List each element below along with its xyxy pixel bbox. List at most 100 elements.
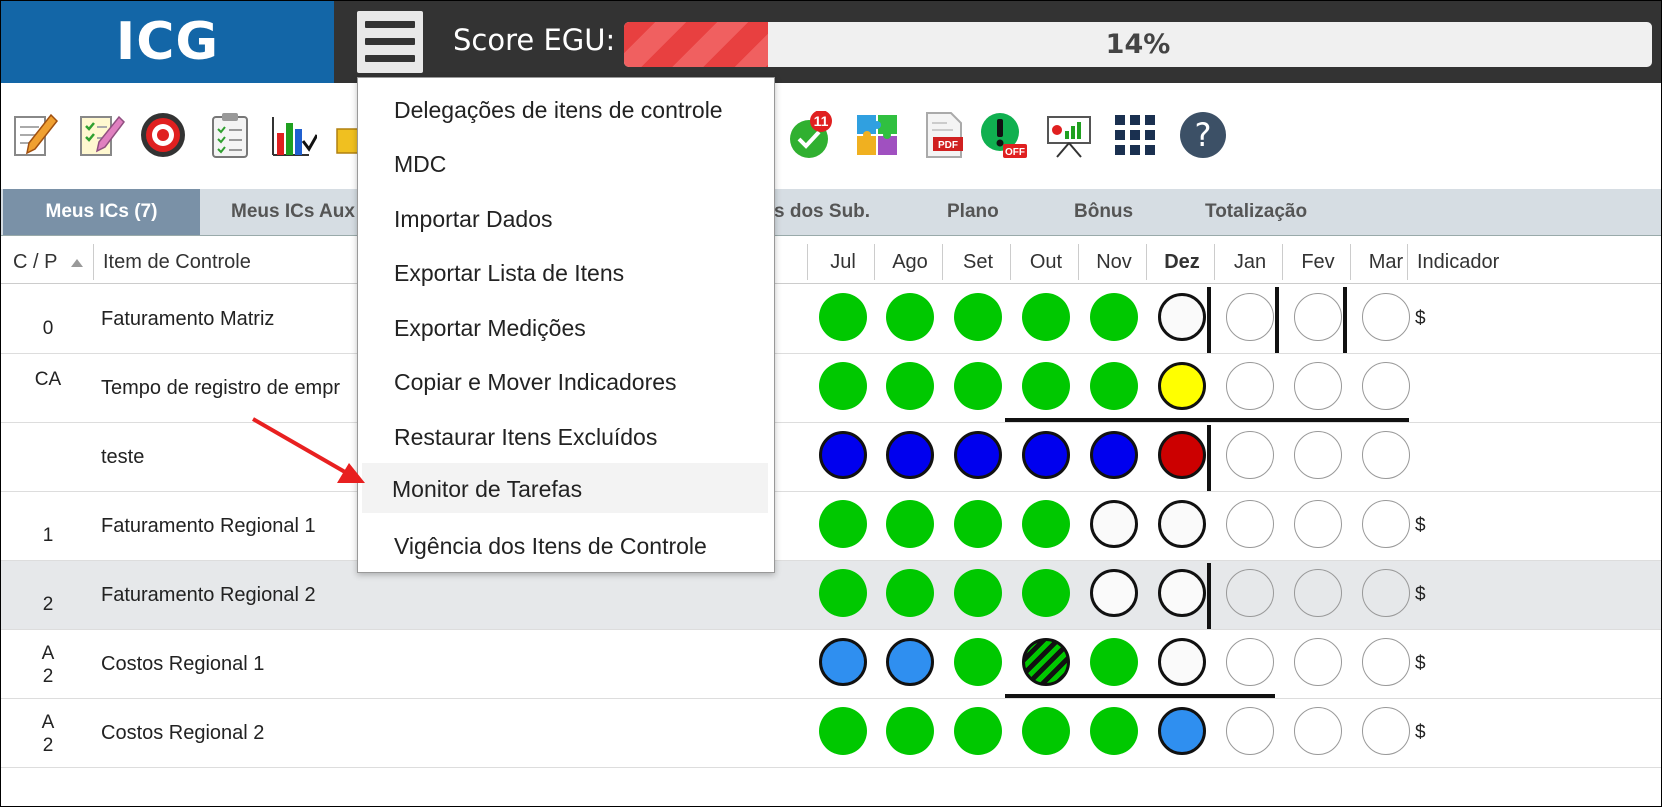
- presentation-chart-icon[interactable]: [1045, 111, 1093, 159]
- status-circle[interactable]: [1362, 431, 1410, 479]
- status-circle[interactable]: [819, 293, 867, 341]
- menu-item-monitor-tarefas[interactable]: Monitor de Tarefas: [392, 469, 582, 509]
- tab-bonus[interactable]: Bônus: [1074, 189, 1133, 235]
- tab-subordinados[interactable]: s dos Sub.: [774, 189, 870, 235]
- status-circle[interactable]: [954, 362, 1002, 410]
- month-header[interactable]: Dez: [1148, 241, 1216, 283]
- status-circle[interactable]: [1226, 293, 1274, 341]
- status-circle[interactable]: [1362, 569, 1410, 617]
- status-circle[interactable]: [1226, 431, 1274, 479]
- menu-item-vigencia[interactable]: Vigência dos Itens de Controle: [394, 526, 707, 566]
- tab-meus-ics-aux[interactable]: Meus ICs Aux: [231, 189, 355, 235]
- status-circle[interactable]: [1294, 638, 1342, 686]
- status-circle[interactable]: [886, 707, 934, 755]
- status-circle[interactable]: [1158, 707, 1206, 755]
- month-header[interactable]: Ago: [876, 241, 944, 283]
- status-circle[interactable]: [886, 431, 934, 479]
- help-icon[interactable]: ?: [1179, 111, 1227, 159]
- status-circle[interactable]: [1158, 500, 1206, 548]
- status-circle[interactable]: [886, 638, 934, 686]
- target-icon[interactable]: [139, 111, 187, 159]
- status-circle[interactable]: [954, 293, 1002, 341]
- status-circle[interactable]: [1022, 638, 1070, 686]
- status-circle[interactable]: [1158, 569, 1206, 617]
- status-circle[interactable]: [1022, 569, 1070, 617]
- table-row[interactable]: 1 Faturamento Regional 1 $: [1, 492, 1661, 561]
- status-circle[interactable]: [819, 638, 867, 686]
- status-circle[interactable]: [886, 500, 934, 548]
- status-circle[interactable]: [1226, 569, 1274, 617]
- status-circle[interactable]: [954, 638, 1002, 686]
- month-header[interactable]: Nov: [1080, 241, 1148, 283]
- status-circle[interactable]: [886, 362, 934, 410]
- status-circle[interactable]: [819, 431, 867, 479]
- status-circle[interactable]: [1294, 293, 1342, 341]
- month-header[interactable]: Jan: [1216, 241, 1284, 283]
- status-circle[interactable]: [1362, 293, 1410, 341]
- table-row[interactable]: A 2 Costos Regional 2 $: [1, 699, 1661, 768]
- row-item-name[interactable]: Faturamento Matriz: [101, 285, 274, 353]
- row-item-name[interactable]: teste: [101, 423, 144, 491]
- status-circle[interactable]: [1294, 431, 1342, 479]
- tasks-check-icon[interactable]: 11: [787, 111, 835, 159]
- table-row[interactable]: 0 Faturamento Matriz $: [1, 285, 1661, 354]
- menu-item-importar-dados[interactable]: Importar Dados: [394, 199, 553, 239]
- status-circle[interactable]: [1158, 362, 1206, 410]
- menu-item-mdc[interactable]: MDC: [394, 144, 446, 184]
- status-circle[interactable]: [819, 362, 867, 410]
- app-logo[interactable]: ICG: [1, 1, 334, 83]
- tab-plano[interactable]: Plano: [947, 189, 999, 235]
- status-circle[interactable]: [819, 707, 867, 755]
- status-circle[interactable]: [819, 500, 867, 548]
- status-circle[interactable]: [1226, 500, 1274, 548]
- status-circle[interactable]: [954, 500, 1002, 548]
- menu-item-exportar-lista[interactable]: Exportar Lista de Itens: [394, 253, 624, 293]
- col-item-header[interactable]: Item de Controle: [103, 241, 251, 283]
- status-circle[interactable]: [1294, 707, 1342, 755]
- status-circle[interactable]: [1226, 638, 1274, 686]
- status-circle[interactable]: [1090, 569, 1138, 617]
- clipboard-checklist-icon[interactable]: [207, 111, 255, 159]
- status-circle[interactable]: [1090, 431, 1138, 479]
- status-circle[interactable]: [1362, 638, 1410, 686]
- alert-off-icon[interactable]: OFF: [979, 111, 1027, 159]
- hamburger-menu-button[interactable]: [357, 11, 423, 73]
- status-circle[interactable]: [1022, 362, 1070, 410]
- edit-document-icon[interactable]: [11, 111, 59, 159]
- status-circle[interactable]: [1226, 362, 1274, 410]
- status-circle[interactable]: [1362, 362, 1410, 410]
- month-header[interactable]: Out: [1012, 241, 1080, 283]
- puzzle-icon[interactable]: [853, 111, 901, 159]
- status-circle[interactable]: [954, 707, 1002, 755]
- table-row[interactable]: A 2 Costos Regional 1 $: [1, 630, 1661, 699]
- tab-totalizacao[interactable]: Totalização: [1205, 189, 1307, 235]
- status-circle[interactable]: [1158, 293, 1206, 341]
- status-circle[interactable]: [1090, 707, 1138, 755]
- month-header[interactable]: Set: [944, 241, 1012, 283]
- menu-item-copiar-mover[interactable]: Copiar e Mover Indicadores: [394, 362, 677, 402]
- apps-grid-icon[interactable]: [1111, 111, 1159, 159]
- pdf-icon[interactable]: PDF: [919, 111, 967, 159]
- status-circle[interactable]: [1022, 431, 1070, 479]
- status-circle[interactable]: [1294, 569, 1342, 617]
- status-circle[interactable]: [1158, 638, 1206, 686]
- col-indicator-header[interactable]: Indicador: [1417, 241, 1499, 283]
- month-header[interactable]: Mar: [1352, 241, 1420, 283]
- menu-item-exportar-medicoes[interactable]: Exportar Medições: [394, 308, 586, 348]
- status-circle[interactable]: [819, 569, 867, 617]
- month-header[interactable]: Fev: [1284, 241, 1352, 283]
- status-circle[interactable]: [1090, 638, 1138, 686]
- status-circle[interactable]: [1294, 362, 1342, 410]
- status-circle[interactable]: [1158, 431, 1206, 479]
- status-circle[interactable]: [1022, 293, 1070, 341]
- status-circle[interactable]: [954, 569, 1002, 617]
- menu-item-delegacoes[interactable]: Delegações de itens de controle: [394, 90, 723, 130]
- col-cp-header[interactable]: C / P: [13, 241, 83, 283]
- status-circle[interactable]: [1090, 293, 1138, 341]
- table-row[interactable]: 2 Faturamento Regional 2 $: [1, 561, 1661, 630]
- status-circle[interactable]: [954, 431, 1002, 479]
- status-circle[interactable]: [1226, 707, 1274, 755]
- status-circle[interactable]: [1022, 707, 1070, 755]
- status-circle[interactable]: [1294, 500, 1342, 548]
- row-item-name[interactable]: Costos Regional 2: [101, 699, 264, 767]
